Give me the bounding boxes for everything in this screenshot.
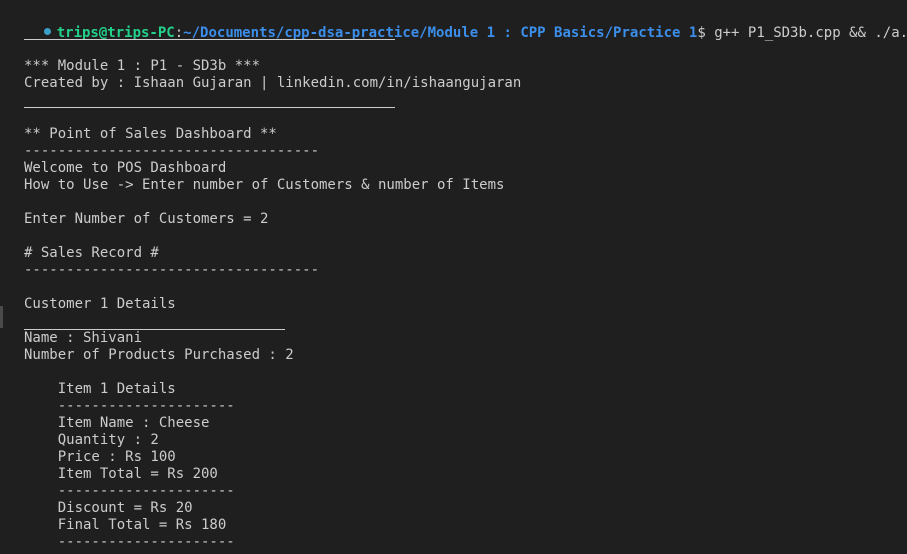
welcome-text: Welcome to POS Dashboard xyxy=(24,160,227,176)
banner-top-rule xyxy=(24,39,395,40)
item-1-price: Price : Rs 100 xyxy=(24,449,176,465)
sales-record-rule: ----------------------------------- xyxy=(24,262,320,278)
sales-record-heading: # Sales Record # xyxy=(24,245,159,261)
banner-title: *** Module 1 : P1 - SD3b *** xyxy=(24,58,261,74)
terminal-panel[interactable]: trips@trips-PC:~/Documents/cpp-dsa-pract… xyxy=(0,0,907,554)
command-status-dot-icon[interactable] xyxy=(43,28,51,35)
customer-1-products: Number of Products Purchased : 2 xyxy=(24,347,294,363)
item-1-total: Item Total = Rs 200 xyxy=(24,466,218,482)
item-1-name: Item Name : Cheese xyxy=(24,415,210,431)
banner-bottom-rule xyxy=(24,107,395,108)
scroll-gutter-marker[interactable] xyxy=(0,306,3,328)
item-1-quantity: Quantity : 2 xyxy=(24,432,159,448)
item-1-header: Item 1 Details xyxy=(24,381,176,397)
item-1-rule-top: --------------------- xyxy=(24,398,235,414)
banner-credit: Created by : Ishaan Gujaran | linkedin.c… xyxy=(24,75,522,91)
command-prompt-line: trips@trips-PC:~/Documents/cpp-dsa-pract… xyxy=(10,6,907,41)
item-1-final-total: Final Total = Rs 180 xyxy=(24,517,227,533)
dashboard-dash-rule: ----------------------------------- xyxy=(24,143,320,159)
customer-1-name: Name : Shivani xyxy=(24,330,143,346)
prompt-symbol: $ xyxy=(697,25,706,41)
how-to-use-text: How to Use -> Enter number of Customers … xyxy=(24,177,505,193)
prompt-command: g++ P1_SD3b.cpp && ./a.out xyxy=(714,25,907,41)
item-1-rule-bottom: --------------------- xyxy=(24,534,235,550)
dashboard-title: ** Point of Sales Dashboard ** xyxy=(24,126,277,142)
item-1-rule-middle: --------------------- xyxy=(24,483,235,499)
customers-input-line: Enter Number of Customers = 2 xyxy=(24,211,269,227)
customer-1-header: Customer 1 Details xyxy=(24,296,176,312)
item-1-discount: Discount = Rs 20 xyxy=(24,500,193,516)
